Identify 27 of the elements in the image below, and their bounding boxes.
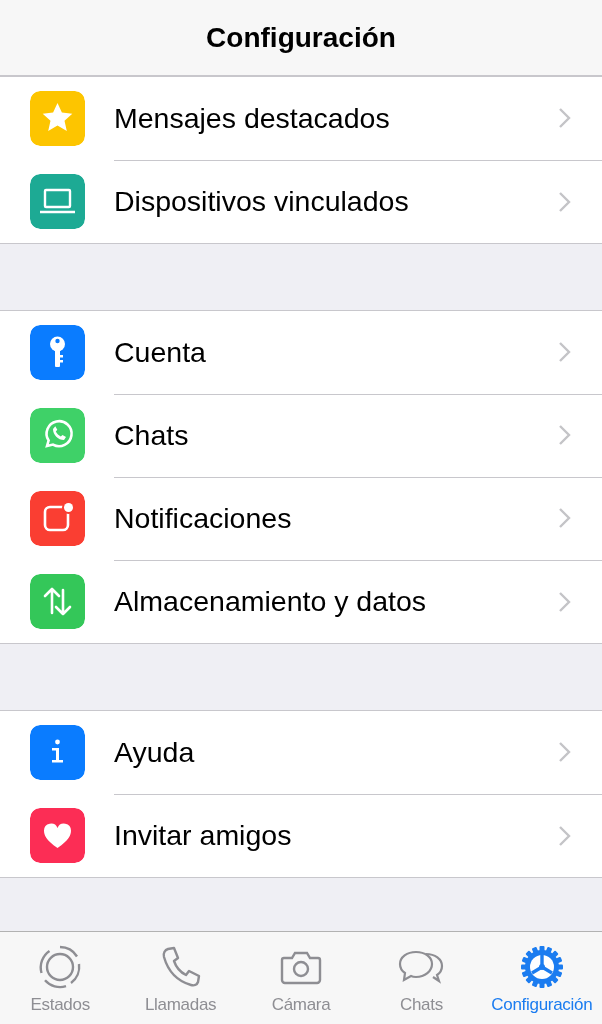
settings-item[interactable]: Chats (0, 394, 602, 477)
settings-item[interactable]: Almacenamiento y datos (0, 560, 602, 643)
item-label: Almacenamiento y datos (114, 585, 428, 618)
chevron-icon (558, 341, 572, 363)
screen-title: Configuración (206, 21, 396, 54)
item-label: Invitar amigos (114, 819, 293, 852)
item-label: Mensajes destacados (114, 101, 391, 135)
chevron-icon (558, 424, 572, 446)
settings-item[interactable]: Cuenta (0, 311, 602, 394)
chevron-icon (558, 824, 572, 847)
chevron-icon (558, 590, 572, 613)
chevron-icon (558, 190, 572, 213)
settings-item[interactable]: Invitar amigos (0, 794, 602, 877)
tab[interactable]: Configuración (481, 932, 602, 1024)
settings-item[interactable]: Mensajes destacados (0, 77, 602, 160)
item-label: Ayuda (114, 735, 196, 769)
settings-icon (518, 944, 565, 990)
chevron-icon (558, 107, 572, 129)
item-label: Cuenta (114, 335, 207, 369)
settings-item[interactable]: Ayuda (0, 711, 602, 794)
item-label: Notificaciones (114, 501, 293, 535)
settings-item[interactable]: Dispositivos vinculados (0, 160, 602, 243)
chevron-icon (558, 741, 572, 763)
item-label: Dispositivos vinculados (114, 185, 410, 218)
item-label: Chats (114, 418, 190, 452)
settings-item[interactable]: Notificaciones (0, 477, 602, 560)
chevron-icon (558, 507, 572, 529)
